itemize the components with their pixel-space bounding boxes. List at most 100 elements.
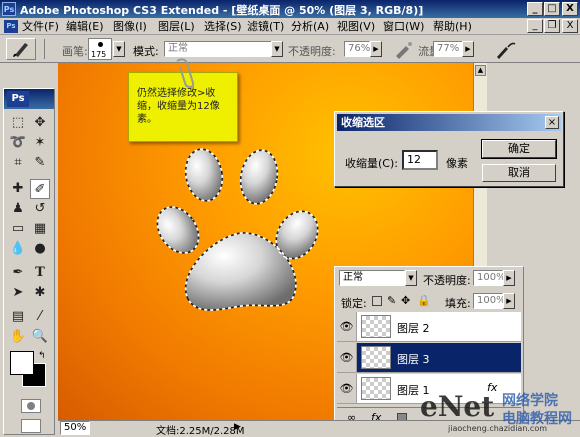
- mode-label: 模式:: [133, 45, 159, 58]
- layer-opacity-dropdown-icon[interactable]: ▶: [503, 270, 515, 286]
- note-text: 仍然选择修改>收缩，收缩量为12像素。: [137, 88, 220, 125]
- close-button[interactable]: X: [562, 2, 578, 16]
- marquee-tool-icon[interactable]: ⬚: [8, 113, 28, 133]
- fill-label: 填充:: [445, 297, 471, 310]
- lock-all-icon[interactable]: 🔒: [417, 294, 431, 307]
- eyedropper-sample-tool-icon[interactable]: ⁄: [30, 307, 50, 327]
- fill-input[interactable]: 100%: [473, 293, 506, 309]
- flow-dropdown-icon[interactable]: ▶: [462, 41, 474, 57]
- screen-mode-icon[interactable]: [21, 419, 41, 433]
- layer-name: 图层 3: [397, 353, 430, 366]
- brush-dropdown-icon[interactable]: ▼: [113, 41, 125, 57]
- brush-preset-picker[interactable]: 175: [88, 38, 112, 60]
- watermark-url: jiaocheng.chazidian.com: [448, 424, 548, 433]
- notes-tool-icon[interactable]: ▤: [8, 307, 28, 327]
- quick-mask-icon[interactable]: [21, 399, 41, 413]
- zoom-level-input[interactable]: 50%: [60, 421, 90, 435]
- menu-select[interactable]: 选择(S): [204, 19, 242, 34]
- visibility-eye-icon[interactable]: 👁: [337, 343, 357, 372]
- doc-minimize-button[interactable]: _: [527, 19, 543, 33]
- doc-close-button[interactable]: X: [562, 19, 578, 33]
- opacity-label: 不透明度:: [288, 45, 336, 58]
- path-selection-tool-icon[interactable]: ➤: [8, 283, 28, 303]
- ok-button[interactable]: 确定: [481, 139, 557, 159]
- menu-image[interactable]: 图像(I): [113, 19, 147, 34]
- eraser-tool-icon[interactable]: ▭: [8, 219, 28, 239]
- contract-selection-dialog: 收缩选区 × 收缩量(C): 12 像素 确定 取消: [334, 111, 564, 187]
- brush-tool-icon[interactable]: ✐: [30, 179, 50, 199]
- flow-input[interactable]: 77%: [433, 41, 463, 57]
- visibility-eye-icon[interactable]: 👁: [337, 312, 357, 341]
- document-icon[interactable]: Ps: [4, 20, 18, 33]
- paperclip-icon: [176, 58, 195, 89]
- menu-bar: Ps 文件(F) 编辑(E) 图像(I) 图层(L) 选择(S) 滤镜(T) 分…: [0, 18, 580, 35]
- menu-file[interactable]: 文件(F): [22, 19, 59, 34]
- eyedropper-tool-icon[interactable]: ✎: [30, 153, 50, 173]
- zoom-tool-icon[interactable]: 🔍: [30, 327, 50, 347]
- opacity-input[interactable]: 76%: [344, 41, 370, 57]
- menu-filter[interactable]: 滤镜(T): [247, 19, 284, 34]
- stamp-tool-icon[interactable]: ♟: [8, 199, 28, 219]
- blur-tool-icon[interactable]: 💧: [8, 239, 28, 259]
- mode-dropdown-icon[interactable]: ▼: [271, 41, 283, 57]
- lasso-tool-icon[interactable]: ➰: [8, 133, 28, 153]
- fill-dropdown-icon[interactable]: ▶: [503, 293, 515, 309]
- shape-tool-icon[interactable]: ✱: [30, 283, 50, 303]
- cancel-button[interactable]: 取消: [482, 164, 556, 182]
- layer-row-selected[interactable]: 👁 图层 3: [337, 343, 521, 373]
- dodge-tool-icon[interactable]: ●: [30, 239, 50, 259]
- healing-brush-tool-icon[interactable]: ✚: [8, 179, 28, 199]
- hand-tool-icon[interactable]: ✋: [8, 327, 28, 347]
- layer-thumbnail: [361, 377, 391, 400]
- toolbox-header: Ps: [4, 89, 54, 109]
- menu-edit[interactable]: 编辑(E): [66, 19, 104, 34]
- watermark-logo: eNet: [420, 390, 495, 423]
- magic-wand-tool-icon[interactable]: ✶: [30, 133, 50, 153]
- menu-window[interactable]: 窗口(W): [383, 19, 424, 34]
- blend-mode-select[interactable]: 正常: [339, 270, 405, 286]
- contract-amount-label: 收缩量(C):: [345, 157, 398, 170]
- layer-opacity-input[interactable]: 100%: [473, 270, 506, 286]
- swap-colors-icon[interactable]: ↰: [38, 351, 46, 361]
- watermark: eNet 网络学院 电脑教程网 jiaocheng.chazidian.com: [420, 388, 580, 435]
- mode-select[interactable]: 正常: [164, 41, 272, 57]
- brush-tool-icon: [13, 43, 28, 57]
- menu-view[interactable]: 视图(V): [337, 19, 375, 34]
- status-arrow-icon[interactable]: ▶: [234, 422, 241, 432]
- window-title: Adobe Photoshop CS3 Extended - [壁纸桌面 @ 5…: [20, 4, 424, 17]
- brush-dot-icon: [98, 42, 103, 47]
- menu-help[interactable]: 帮助(H): [433, 19, 472, 34]
- lock-transparency-icon[interactable]: [372, 296, 382, 306]
- gradient-tool-icon[interactable]: ▦: [30, 219, 50, 239]
- opacity-dropdown-icon[interactable]: ▶: [370, 41, 382, 57]
- airbrush-icon[interactable]: [392, 38, 416, 60]
- toolbox: Ps ⬚ ✥ ➰ ✶ ⌗ ✎ ✚ ✐ ♟ ↺ ▭ ▦ 💧 ● ✒ T ➤ ✱ ▤…: [3, 88, 55, 435]
- contract-amount-input[interactable]: 12: [402, 150, 438, 170]
- tool-preset-picker[interactable]: [6, 38, 36, 60]
- visibility-eye-icon[interactable]: 👁: [337, 374, 357, 403]
- scroll-up-icon[interactable]: ▲: [475, 65, 486, 76]
- lock-position-icon[interactable]: ✥: [401, 294, 410, 307]
- dialog-close-button[interactable]: ×: [545, 116, 559, 129]
- airbrush-toggle-icon[interactable]: [494, 38, 518, 60]
- layer-row[interactable]: 👁 图层 2: [337, 312, 521, 342]
- layer-thumbnail: [361, 315, 391, 338]
- doc-restore-button[interactable]: ❐: [544, 19, 560, 33]
- brush-size: 175: [91, 50, 107, 59]
- maximize-button[interactable]: □: [544, 2, 560, 16]
- type-tool-icon[interactable]: T: [30, 263, 50, 283]
- blend-mode-dropdown-icon[interactable]: ▼: [405, 270, 417, 286]
- toolbox-ps-logo: Ps: [7, 91, 29, 107]
- menu-layer[interactable]: 图层(L): [158, 19, 195, 34]
- layer-name: 图层 2: [397, 322, 430, 335]
- crop-tool-icon[interactable]: ⌗: [8, 153, 28, 173]
- minimize-button[interactable]: _: [527, 2, 543, 16]
- history-brush-tool-icon[interactable]: ↺: [30, 199, 50, 219]
- menu-analysis[interactable]: 分析(A): [291, 19, 329, 34]
- unit-label: 像素: [446, 157, 468, 170]
- move-tool-icon[interactable]: ✥: [30, 113, 50, 133]
- foreground-color-swatch[interactable]: [10, 351, 34, 375]
- lock-pixels-icon[interactable]: ✎: [387, 294, 396, 307]
- layer-thumbnail: [361, 346, 391, 369]
- pen-tool-icon[interactable]: ✒: [8, 263, 28, 283]
